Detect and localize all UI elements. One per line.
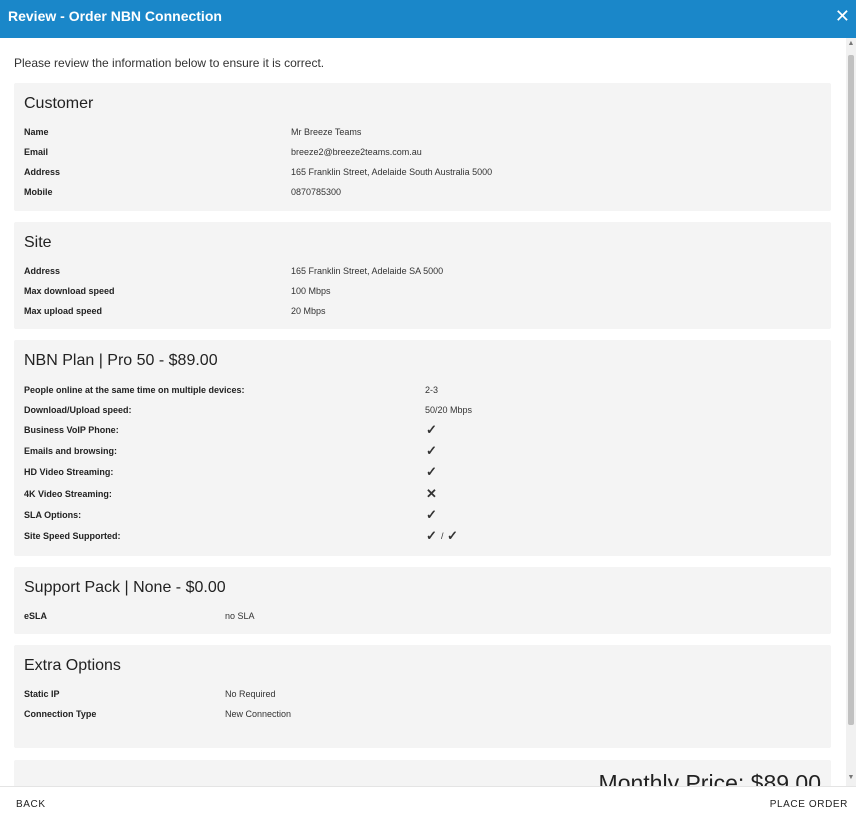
row-label: Emails and browsing: <box>24 446 118 456</box>
row-label: Max download speed <box>24 286 115 296</box>
row-label: Business VoIP Phone: <box>24 425 119 435</box>
summary-panel: Monthly Price: $89.00 <box>14 760 831 786</box>
dialog-titlebar: Review - Order NBN Connection ✕ <box>0 0 856 38</box>
speed-separator: / <box>441 531 444 541</box>
row-value: No Required <box>225 689 276 699</box>
support-heading: Support Pack | None - $0.00 <box>24 579 226 596</box>
row-label: Email <box>24 147 49 157</box>
row-label: Mobile <box>24 187 53 197</box>
row-label: Address <box>24 167 61 177</box>
row-value: 165 Franklin Street, Adelaide South Aust… <box>291 167 493 177</box>
row-value: New Connection <box>225 709 292 719</box>
row-value: 50/20 Mbps <box>425 405 473 415</box>
row-label: People online at the same time on multip… <box>24 385 245 395</box>
row-value: 2-3 <box>425 385 439 395</box>
check-icon: ✓ <box>426 528 437 543</box>
check-icon: ✓ <box>426 464 437 479</box>
extras-panel: Extra Options Static IP No Required Conn… <box>14 645 831 748</box>
row-value: Mr Breeze Teams <box>291 127 362 137</box>
check-icon: ✓ <box>426 507 437 522</box>
site-panel: Site Address 165 Franklin Street, Adelai… <box>14 222 831 329</box>
check-icon: ✓ <box>447 528 458 543</box>
customer-heading: Customer <box>24 95 94 112</box>
row-label: Name <box>24 127 49 137</box>
row-value: 0870785300 <box>291 187 342 197</box>
monthly-price: Monthly Price: $89.00 <box>598 770 821 786</box>
row-label: HD Video Streaming: <box>24 467 114 477</box>
extras-heading: Extra Options <box>24 657 121 674</box>
row-label: eSLA <box>24 611 48 621</box>
row-label: Max upload speed <box>24 306 103 316</box>
scroll-down-icon[interactable]: ▼ <box>846 774 856 784</box>
dialog-content[interactable]: Please review the information below to e… <box>0 38 846 786</box>
dialog-title: Review - Order NBN Connection <box>8 8 222 24</box>
check-icon: ✓ <box>426 422 437 437</box>
cross-icon: ✕ <box>426 486 437 501</box>
scrollbar[interactable]: ▲ ▼ <box>846 38 856 786</box>
row-value: no SLA <box>225 611 255 621</box>
place-order-button[interactable]: PLACE ORDER <box>770 799 848 810</box>
dialog-footer: BACK PLACE ORDER <box>0 786 856 814</box>
row-label: 4K Video Streaming: <box>24 489 112 499</box>
intro-text: Please review the information below to e… <box>14 56 325 70</box>
row-value: 165 Franklin Street, Adelaide SA 5000 <box>291 266 444 276</box>
customer-panel: Customer Name Mr Breeze Teams Email bree… <box>14 83 831 211</box>
scrollbar-thumb[interactable] <box>848 55 854 725</box>
support-panel: Support Pack | None - $0.00 eSLA no SLA <box>14 567 831 634</box>
plan-panel: NBN Plan | Pro 50 - $89.00 People online… <box>14 340 831 556</box>
site-heading: Site <box>24 234 52 251</box>
row-label: Download/Upload speed: <box>24 405 132 415</box>
plan-heading: NBN Plan | Pro 50 - $89.00 <box>24 352 218 369</box>
check-icon: ✓ <box>426 443 437 458</box>
back-button[interactable]: BACK <box>16 799 46 810</box>
row-label: Address <box>24 266 61 276</box>
row-label: Site Speed Supported: <box>24 531 121 541</box>
scroll-up-icon[interactable]: ▲ <box>846 40 856 50</box>
row-value: 20 Mbps <box>291 306 326 316</box>
close-icon[interactable]: ✕ <box>835 7 850 25</box>
row-value: 100 Mbps <box>291 286 331 296</box>
row-label: Connection Type <box>24 709 97 719</box>
row-label: Static IP <box>24 689 60 699</box>
row-value: breeze2@breeze2teams.com.au <box>291 147 422 157</box>
row-label: SLA Options: <box>24 510 82 520</box>
